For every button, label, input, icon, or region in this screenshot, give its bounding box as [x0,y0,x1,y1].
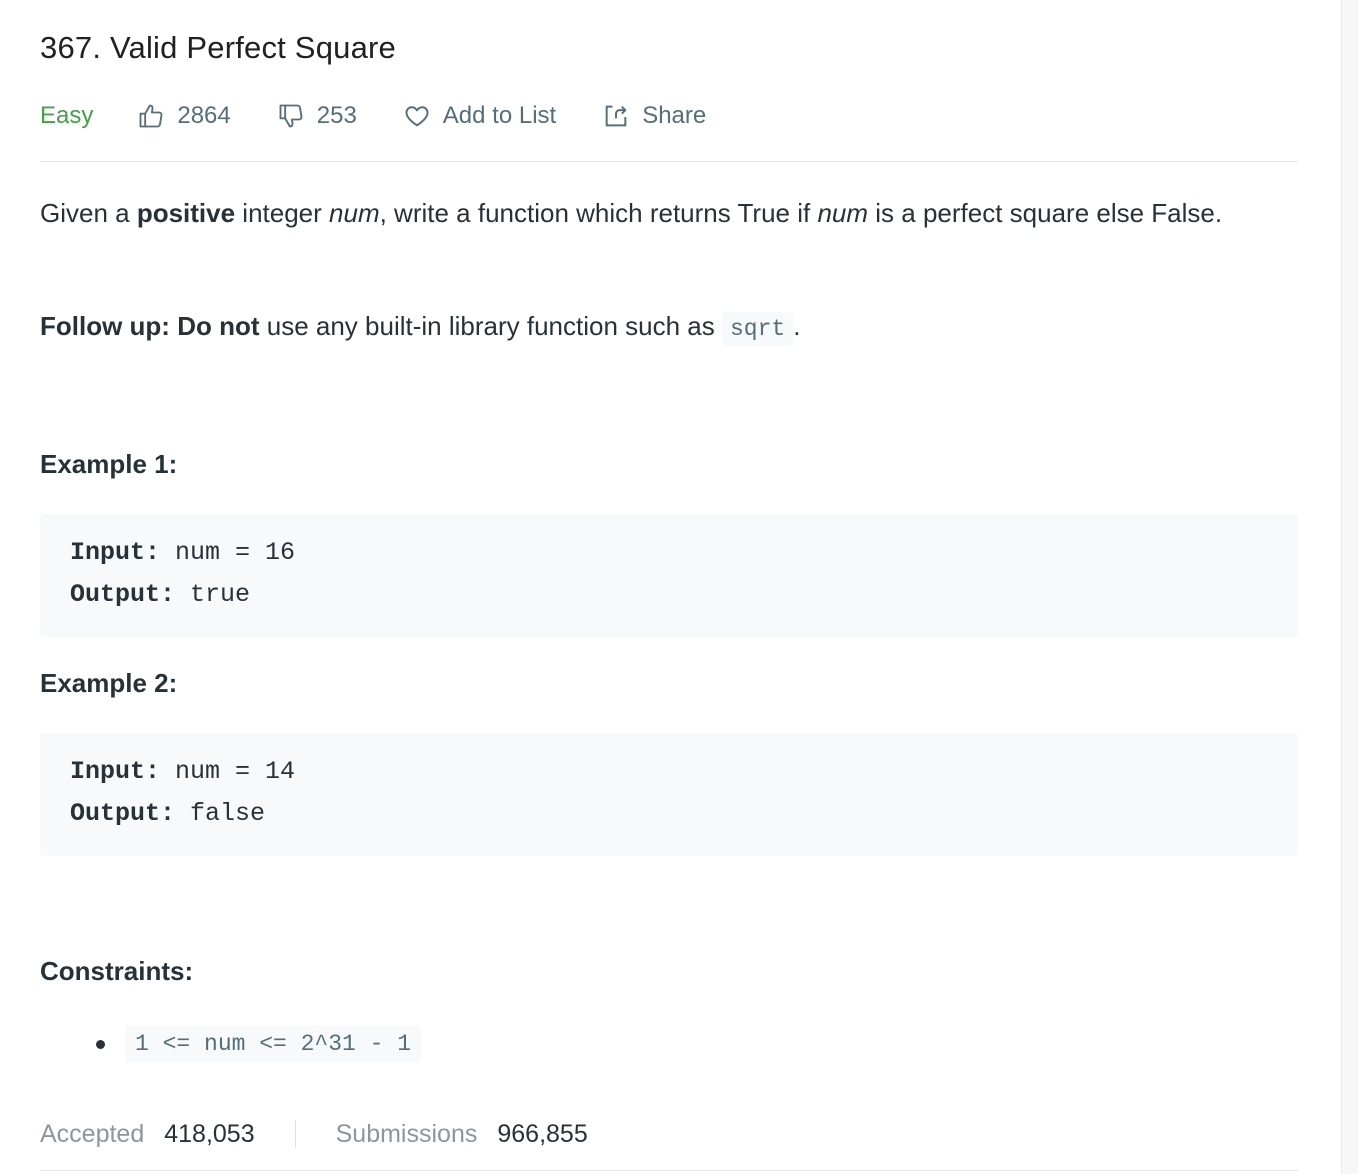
scrollbar[interactable] [1341,0,1358,1174]
follow-up-text: use any built-in library function such a… [259,311,722,341]
constraint-code: 1 <= num <= 2^31 - 1 [125,1025,422,1063]
output-label: Output: [70,799,176,828]
inline-code: sqrt [721,312,794,346]
header-divider [40,161,1298,162]
example-1-codeblock: Input: num = 16 Output: true [40,514,1298,637]
statement-text: , write a function which returns True if [379,198,818,228]
problem-meta-toolbar: Easy 2864 253 Add to List Share [40,96,1298,136]
heart-icon [405,106,429,127]
follow-up-end: . [793,311,801,341]
input-label: Input: [70,538,161,567]
output-value: false [175,799,266,828]
statement-variable: num [329,198,380,228]
output-value: true [175,580,251,609]
follow-up-label: Follow up: [40,311,170,341]
thumbs-up-icon [139,104,163,128]
stats-separator [294,1120,296,1148]
submissions-value: 966,855 [497,1119,588,1148]
statement-text: Given a [40,198,137,228]
example-output-line: Output: false [70,799,265,828]
example-input-line: Input: num = 14 [70,757,295,786]
add-to-list-label: Add to List [442,102,557,129]
input-value: num = 16 [160,538,296,567]
add-to-list-button[interactable]: Add to List [403,102,556,130]
example-2-codeblock: Input: num = 14 Output: false [40,733,1298,856]
like-count: 2864 [177,102,231,129]
constraint-list-item: 1 <= num <= 2^31 - 1 [96,1025,422,1063]
dislike-count: 253 [316,102,357,129]
statement-text: is a perfect square else False. [868,198,1223,228]
share-label: Share [642,102,707,129]
submission-stats: Accepted 418,053 Submissions 966,855 [40,1116,588,1152]
footer-divider [40,1170,1298,1171]
share-icon [605,105,627,127]
bullet-dot [96,1039,105,1049]
statement-text: integer [235,198,330,228]
example-2-heading: Example 2: [40,668,178,698]
input-value: num = 14 [160,757,296,786]
dislike-button[interactable]: 253 [277,102,357,130]
statement-variable: num [817,198,869,228]
example-output-line: Output: true [70,580,250,609]
example-1-heading: Example 1: [40,449,178,479]
difficulty-badge: Easy [40,102,94,129]
share-button[interactable]: Share [602,102,706,130]
accepted-label: Accepted [40,1119,145,1148]
accepted-value: 418,053 [164,1119,255,1148]
like-button[interactable]: 2864 [137,102,231,130]
input-label: Input: [70,757,161,786]
thumbs-down-icon [279,104,303,128]
constraints-heading: Constraints: [40,956,194,986]
problem-title: 367. Valid Perfect Square [40,30,396,65]
example-input-line: Input: num = 16 [70,538,295,567]
statement-bold: positive [136,198,236,228]
follow-up-note: Follow up: Do not use any built-in libra… [40,306,1298,349]
submissions-label: Submissions [335,1119,478,1148]
output-label: Output: [70,580,176,609]
follow-up-bold: Do not [177,311,260,341]
problem-statement: Given a positive integer num, write a fu… [40,193,1298,234]
